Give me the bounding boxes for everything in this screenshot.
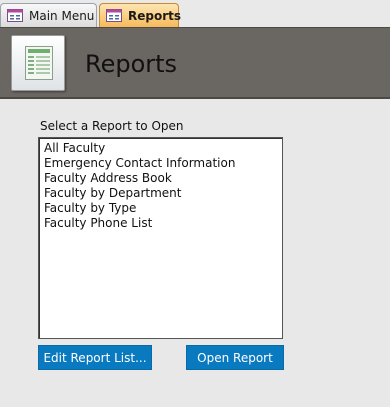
- tab-main-menu[interactable]: Main Menu: [0, 3, 97, 27]
- report-listbox[interactable]: All Faculty Emergency Contact Informatio…: [38, 137, 283, 339]
- form-icon: [7, 9, 23, 22]
- tab-reports[interactable]: Reports: [99, 3, 182, 27]
- list-item[interactable]: Faculty by Department: [44, 186, 282, 201]
- list-item[interactable]: Faculty Address Book: [44, 171, 282, 186]
- edit-report-list-button[interactable]: Edit Report List...: [38, 345, 152, 370]
- form-header: Reports: [0, 27, 390, 99]
- tab-main-menu-label: Main Menu: [29, 8, 95, 23]
- open-report-button[interactable]: Open Report: [186, 345, 284, 370]
- tab-strip: Main Menu Reports: [0, 0, 390, 27]
- list-item[interactable]: Faculty Phone List: [44, 216, 282, 231]
- report-list-icon: [11, 35, 65, 91]
- report-select-label: Select a Report to Open: [40, 119, 184, 133]
- page-title: Reports: [85, 50, 178, 78]
- tab-reports-label: Reports: [128, 8, 182, 23]
- list-item[interactable]: Emergency Contact Information: [44, 156, 282, 171]
- list-item[interactable]: Faculty by Type: [44, 201, 282, 216]
- list-item[interactable]: All Faculty: [44, 141, 282, 156]
- form-icon: [106, 9, 122, 22]
